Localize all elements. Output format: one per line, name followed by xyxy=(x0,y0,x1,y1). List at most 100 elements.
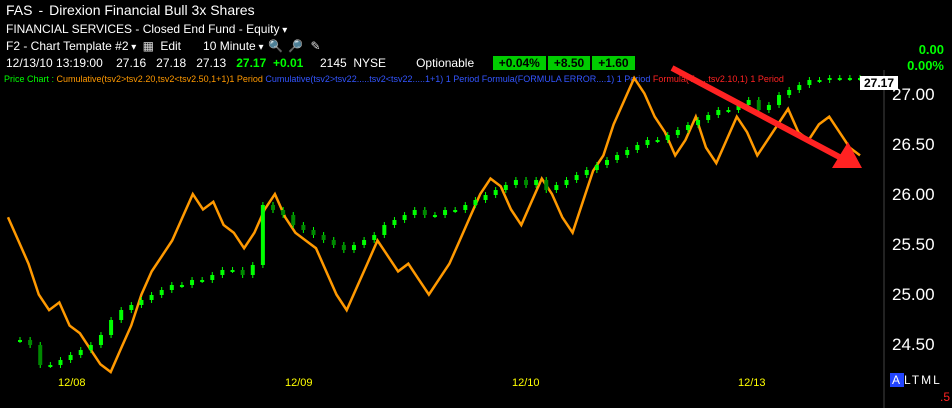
price-candle xyxy=(281,210,286,215)
price-candle xyxy=(210,275,215,280)
price-candle xyxy=(18,340,22,342)
last-price-tag: 27.17 xyxy=(860,76,899,90)
price-candle xyxy=(220,270,225,275)
y-tick-label: 25.00 xyxy=(892,285,935,304)
price-candle xyxy=(311,230,316,235)
price-candle xyxy=(321,235,326,240)
price-candle xyxy=(250,265,255,275)
axis-mode-selector[interactable]: A LTML xyxy=(890,373,942,387)
price-candle xyxy=(554,185,559,190)
price-candle xyxy=(463,205,468,210)
price-candle xyxy=(625,150,630,155)
price-candle xyxy=(240,270,245,275)
price-candle xyxy=(392,220,397,225)
price-candle xyxy=(291,215,296,225)
price-candle xyxy=(341,245,346,250)
x-tick-label: 12/13 xyxy=(738,377,766,389)
price-candle xyxy=(139,300,144,305)
price-candle xyxy=(817,80,822,82)
price-candle xyxy=(28,340,33,345)
x-tick-label: 12/10 xyxy=(512,377,540,389)
axis-mode-active[interactable]: A xyxy=(890,373,905,387)
price-chart[interactable] xyxy=(0,0,952,408)
price-candle xyxy=(98,335,103,345)
price-candle xyxy=(615,155,620,160)
price-candle xyxy=(331,240,336,245)
price-candle xyxy=(149,295,154,300)
price-candle xyxy=(594,165,599,170)
price-candle xyxy=(706,115,711,120)
price-candle xyxy=(119,310,124,320)
price-candle xyxy=(655,140,660,142)
y-tick-label: 25.50 xyxy=(892,235,935,254)
price-candle xyxy=(797,85,802,90)
price-candle xyxy=(230,270,235,272)
price-candle xyxy=(443,210,448,215)
price-candle xyxy=(746,100,751,105)
price-candle xyxy=(756,100,761,110)
price-candle xyxy=(129,305,134,310)
price-candle xyxy=(503,185,508,190)
price-candle xyxy=(645,140,650,145)
price-candle xyxy=(362,240,367,245)
price-candle xyxy=(453,210,458,212)
price-candle xyxy=(513,180,518,185)
price-candle xyxy=(48,365,53,367)
price-candle xyxy=(534,180,539,185)
price-candle xyxy=(200,280,205,282)
x-tick-label: 12/08 xyxy=(58,377,86,389)
price-candle xyxy=(422,210,427,215)
axis-mode-options[interactable]: LTML xyxy=(904,373,942,387)
price-candle xyxy=(382,225,387,235)
price-candle xyxy=(696,120,701,125)
price-candle xyxy=(574,175,579,180)
price-candle xyxy=(38,345,43,365)
price-candle xyxy=(807,80,812,85)
price-candle xyxy=(827,78,832,80)
price-candle xyxy=(271,205,276,210)
price-candle xyxy=(635,145,640,150)
price-candle xyxy=(179,285,184,287)
price-candle xyxy=(604,160,609,165)
y-tick-label: 24.50 xyxy=(892,335,935,354)
price-candle xyxy=(483,195,488,200)
price-candle xyxy=(412,210,417,215)
price-candle xyxy=(584,170,589,175)
price-candle xyxy=(351,245,356,250)
price-candle xyxy=(301,225,306,230)
price-candle xyxy=(544,180,549,190)
price-candle xyxy=(837,78,842,80)
price-candle xyxy=(432,215,437,217)
price-candle xyxy=(716,110,721,115)
price-candle xyxy=(159,290,164,295)
bottom-scale-value: .5 xyxy=(940,390,951,404)
price-candle xyxy=(473,200,478,205)
price-candle xyxy=(726,110,731,112)
price-candle xyxy=(847,78,852,80)
price-candle xyxy=(109,320,114,335)
price-candle xyxy=(372,235,377,240)
indicator-line xyxy=(6,75,861,374)
price-candle xyxy=(169,285,174,290)
price-candle xyxy=(766,105,771,110)
price-candle xyxy=(493,190,498,195)
y-axis[interactable]: 27.00 26.50 26.00 25.50 25.00 24.50 xyxy=(884,0,952,408)
price-candle xyxy=(675,130,680,135)
y-tick-label: 27.00 xyxy=(892,85,935,104)
price-candle xyxy=(524,180,529,185)
y-tick-label: 26.00 xyxy=(892,185,935,204)
x-tick-label: 12/09 xyxy=(285,377,313,389)
price-candle xyxy=(402,215,407,220)
price-candle xyxy=(190,280,195,285)
y-tick-label: 26.50 xyxy=(892,135,935,154)
price-candle xyxy=(665,135,670,140)
price-candle xyxy=(68,355,73,360)
price-candle xyxy=(88,345,93,350)
price-candle xyxy=(260,205,265,265)
price-candle xyxy=(685,125,690,130)
price-candle xyxy=(787,90,792,95)
price-candle xyxy=(777,95,782,105)
price-candle xyxy=(564,180,569,185)
price-candle xyxy=(58,360,63,365)
price-candle xyxy=(78,350,83,355)
